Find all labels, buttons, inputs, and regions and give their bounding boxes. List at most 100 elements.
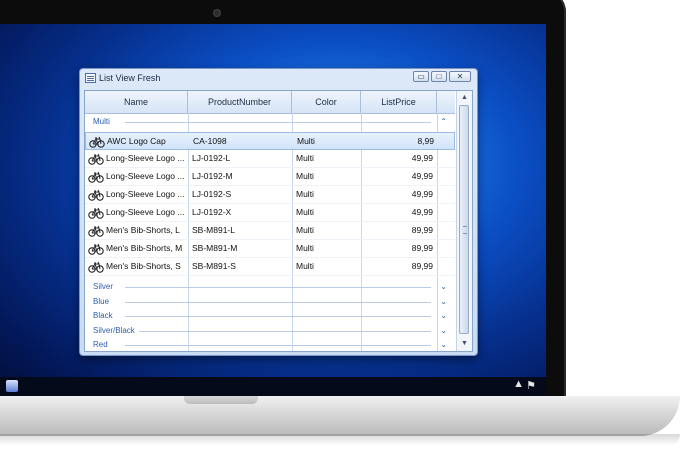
window-titlebar[interactable]: List View Fresh ▭ □ ✕ — [80, 69, 477, 89]
cell-color: Multi — [296, 261, 314, 271]
group-divider-line — [125, 345, 431, 346]
cell-name: Men's Bib-Shorts, M — [106, 243, 183, 253]
group-divider-line — [125, 301, 431, 303]
table-row[interactable]: AWC Logo Cap CA-1098 Multi 8,99 — [85, 132, 455, 150]
table-row[interactable]: Men's Bib-Shorts, L SB-M891-L Multi 89,99 — [85, 222, 455, 240]
scrollbar-thumb[interactable] — [459, 105, 469, 334]
group-label: Red — [93, 340, 112, 349]
group-header[interactable]: Black ⌄ — [85, 309, 455, 324]
chevron-down-icon[interactable]: ⌄ — [440, 326, 447, 335]
chevron-down-icon[interactable]: ⌄ — [440, 282, 447, 291]
cell-productnumber: LJ-0192-S — [192, 189, 232, 199]
table-row[interactable]: Long-Sleeve Logo ... LJ-0192-X Multi 49,99 — [85, 204, 455, 222]
cell-productnumber: LJ-0192-X — [192, 207, 232, 217]
cell-listprice: 8,99 — [417, 136, 434, 146]
chevron-down-icon[interactable]: ⌄ — [440, 311, 447, 320]
table-row[interactable]: Long-Sleeve Logo ... LJ-0192-S Multi 49,99 — [85, 186, 455, 204]
group-label: Silver/Black — [93, 325, 139, 335]
cell-listprice: 49,99 — [411, 171, 433, 181]
vertical-scrollbar[interactable]: ▲ ▼ — [456, 91, 472, 351]
group-header[interactable]: Blue ⌄ — [85, 295, 455, 310]
chevron-down-icon[interactable]: ⌄ — [440, 297, 447, 306]
group-header[interactable]: Red ⌄ — [85, 338, 455, 351]
cell-color: Multi — [297, 136, 315, 146]
list-view-app-icon — [85, 73, 96, 83]
bicycle-icon — [88, 224, 104, 237]
bicycle-icon — [88, 188, 104, 201]
grip-icon — [463, 226, 467, 234]
laptop-shadow — [0, 434, 680, 446]
close-button[interactable]: ✕ — [449, 71, 471, 82]
cell-productnumber: SB-M891-M — [192, 243, 238, 253]
bicycle-icon — [88, 206, 104, 219]
group-header[interactable]: Silver ⌄ — [85, 280, 455, 295]
cell-name: Long-Sleeve Logo ... — [106, 171, 185, 181]
cell-productnumber: CA-1098 — [193, 136, 227, 146]
webcam-icon — [214, 10, 220, 16]
app-window: List View Fresh ▭ □ ✕ Name ProductNumber… — [79, 68, 478, 356]
bicycle-icon — [88, 260, 104, 273]
laptop-base-notch — [184, 396, 258, 404]
group-divider-line — [125, 316, 431, 317]
group-label: Black — [93, 311, 117, 320]
group-label: Multi — [93, 117, 114, 126]
taskbar: ▲ ⚑ — [0, 377, 546, 396]
table-row[interactable]: Men's Bib-Shorts, S SB-M891-S Multi 89,99 — [85, 258, 455, 276]
cell-color: Multi — [296, 153, 314, 163]
bicycle-icon — [88, 242, 104, 255]
window-controls: ▭ □ ✕ — [413, 71, 471, 82]
bicycle-icon — [88, 152, 104, 165]
table-row[interactable]: Long-Sleeve Logo ... LJ-0192-L Multi 49,99 — [85, 150, 455, 168]
scroll-down-icon[interactable]: ▼ — [459, 339, 470, 349]
cell-name: Long-Sleeve Logo ... — [106, 207, 185, 217]
group-divider-line — [125, 287, 431, 288]
start-button-icon[interactable] — [6, 380, 18, 392]
cell-listprice: 89,99 — [411, 243, 433, 253]
cell-listprice: 49,99 — [411, 207, 433, 217]
group-label: Silver — [93, 282, 118, 291]
group-label: Blue — [93, 296, 114, 306]
minimize-button[interactable]: ▭ — [413, 71, 429, 82]
column-header-row: Name ProductNumber Color ListPrice — [85, 91, 455, 114]
cell-name: AWC Logo Cap — [107, 136, 166, 146]
bicycle-icon — [88, 170, 104, 183]
group-header[interactable]: Silver/Black ⌄ — [85, 324, 455, 339]
cell-name: Long-Sleeve Logo ... — [106, 189, 185, 199]
cell-name: Long-Sleeve Logo ... — [106, 153, 185, 163]
column-header-name[interactable]: Name — [85, 91, 188, 113]
chevron-down-icon[interactable]: ⌄ — [440, 340, 447, 349]
cell-name: Men's Bib-Shorts, L — [106, 225, 180, 235]
cell-productnumber: SB-M891-L — [192, 225, 235, 235]
cell-listprice: 49,99 — [411, 189, 433, 199]
scroll-up-icon[interactable]: ▲ — [459, 93, 470, 103]
cell-productnumber: SB-M891-S — [192, 261, 236, 271]
cell-productnumber: LJ-0192-M — [192, 171, 233, 181]
bicycle-icon — [89, 135, 105, 148]
cell-color: Multi — [296, 225, 314, 235]
cell-listprice: 89,99 — [411, 225, 433, 235]
column-header-color[interactable]: Color — [292, 91, 361, 113]
cell-color: Multi — [296, 171, 314, 181]
group-header-multi[interactable]: Multi ⌃ — [85, 115, 455, 130]
table-row[interactable]: Men's Bib-Shorts, M SB-M891-M Multi 89,99 — [85, 240, 455, 258]
maximize-button[interactable]: □ — [431, 71, 447, 82]
column-header-spacer — [437, 91, 455, 113]
column-header-listprice[interactable]: ListPrice — [361, 91, 437, 113]
group-divider-line — [125, 122, 431, 123]
product-list-view[interactable]: Name ProductNumber Color ListPrice Multi… — [84, 90, 473, 352]
cell-listprice: 89,99 — [411, 261, 433, 271]
laptop-base — [0, 396, 680, 436]
tray-expand-icon[interactable]: ▲ — [513, 378, 524, 390]
chevron-up-icon[interactable]: ⌃ — [440, 117, 447, 126]
table-row[interactable]: Long-Sleeve Logo ... LJ-0192-M Multi 49,99 — [85, 168, 455, 186]
cell-productnumber: LJ-0192-L — [192, 153, 231, 163]
cell-color: Multi — [296, 207, 314, 217]
cell-name: Men's Bib-Shorts, S — [106, 261, 181, 271]
desktop-screen: List View Fresh ▭ □ ✕ Name ProductNumber… — [0, 24, 546, 396]
column-header-productnumber[interactable]: ProductNumber — [188, 91, 292, 113]
cell-color: Multi — [296, 189, 314, 199]
cell-listprice: 49,99 — [411, 153, 433, 163]
action-center-flag-icon[interactable]: ⚑ — [526, 379, 536, 392]
window-title: List View Fresh — [99, 73, 161, 83]
group-divider-line — [125, 330, 431, 332]
